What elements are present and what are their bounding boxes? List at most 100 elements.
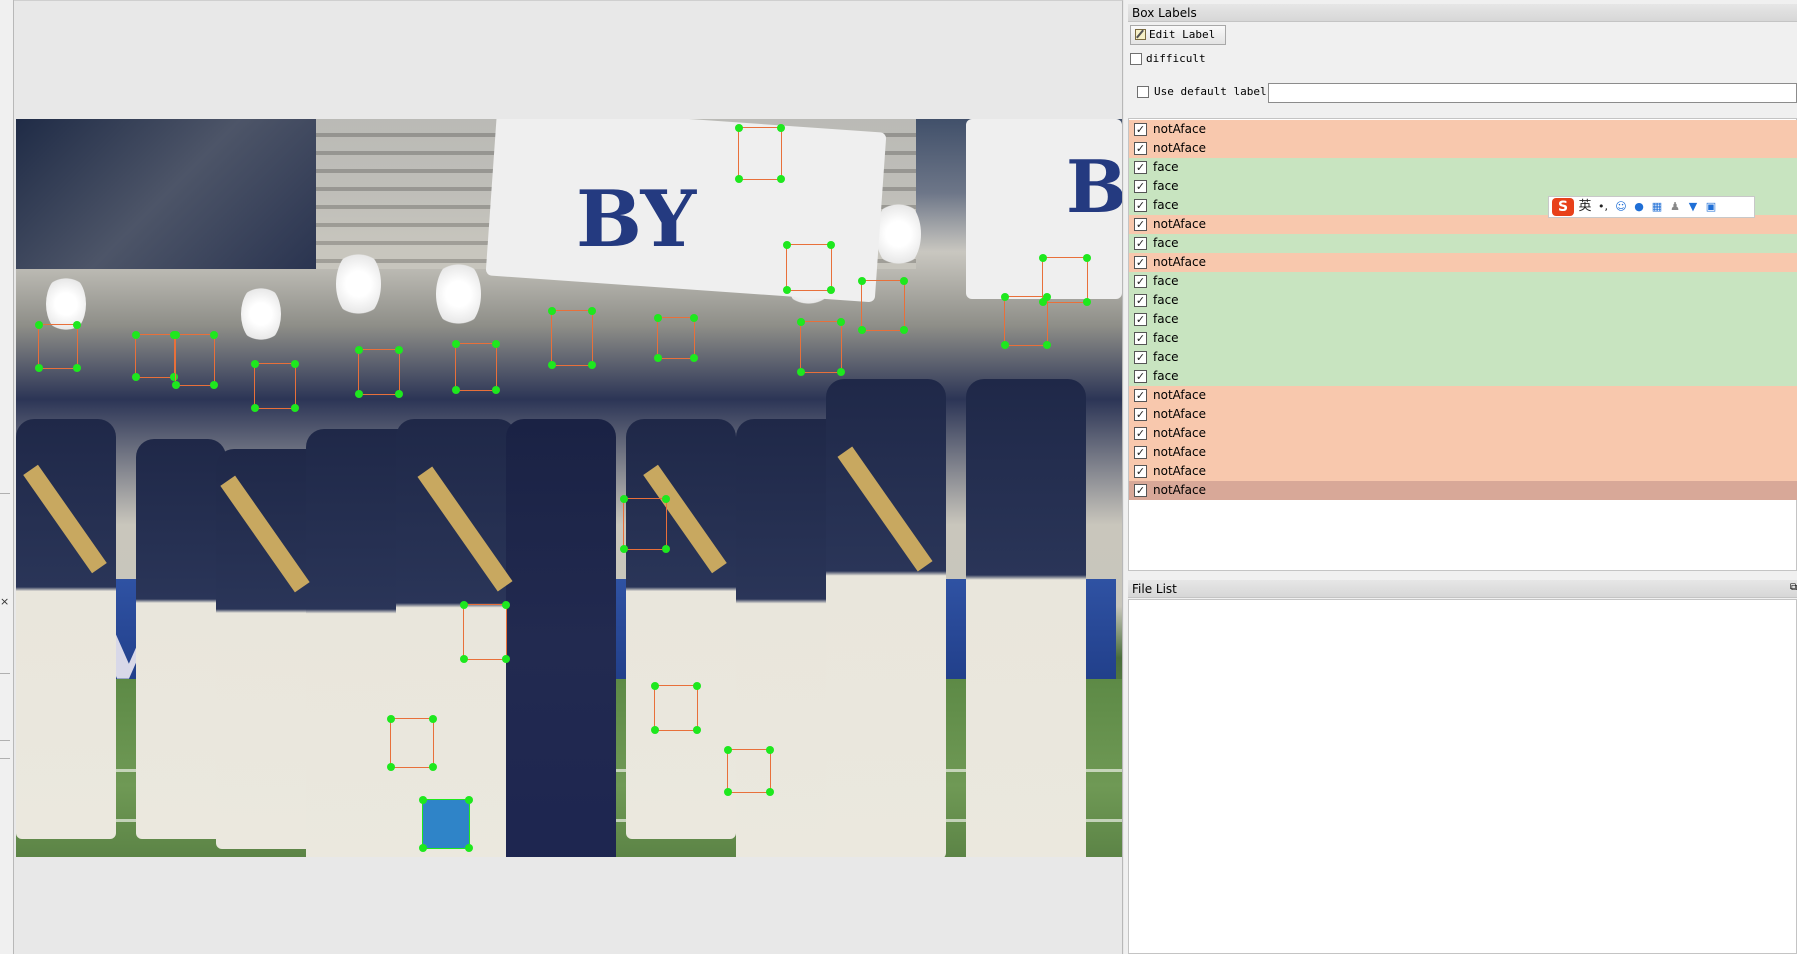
label-list[interactable]: ✓ notAface ✓ notAface ✓ face ✓ face ✓ face ✓ notAfa… [1128, 118, 1797, 571]
bounding-box[interactable] [251, 360, 299, 412]
annotated-photo: MY BY [16, 119, 1122, 857]
label-checkbox[interactable]: ✓ [1134, 389, 1147, 402]
punctuation-toggle[interactable]: •, [1596, 200, 1610, 214]
float-dock-icon[interactable]: ⧉ [1790, 582, 1797, 593]
bounding-box[interactable] [387, 715, 437, 771]
label-checkbox[interactable]: ✓ [1134, 427, 1147, 440]
bounding-box[interactable] [620, 495, 670, 553]
label-row-notAface[interactable]: ✓ notAface [1129, 139, 1797, 158]
label-row-face[interactable]: ✓ face [1129, 310, 1797, 329]
collapse-icon[interactable]: × [0, 595, 9, 608]
label-row-notAface[interactable]: ✓ notAface [1129, 462, 1797, 481]
label-row-notAface[interactable]: ✓ notAface [1129, 253, 1797, 272]
ime-toolbar[interactable]: S 英 •, ☺ ● ▦ ♟ ▼ ▣ [1548, 196, 1755, 218]
bounding-box[interactable] [858, 277, 908, 334]
label-row-face[interactable]: ✓ face [1129, 158, 1797, 177]
label-row-notAface-selected[interactable]: ✓ notAface [1129, 481, 1797, 500]
label-text: notAface [1153, 217, 1206, 231]
label-checkbox[interactable]: ✓ [1134, 180, 1147, 193]
keyboard-icon[interactable]: ▦ [1650, 200, 1664, 214]
label-checkbox[interactable]: ✓ [1134, 446, 1147, 459]
label-checkbox[interactable]: ✓ [1134, 142, 1147, 155]
language-toggle[interactable]: 英 [1578, 200, 1592, 214]
image-canvas[interactable]: MY BY [14, 0, 1123, 954]
label-checkbox[interactable]: ✓ [1134, 370, 1147, 383]
label-checkbox[interactable]: ✓ [1134, 123, 1147, 136]
bounding-box[interactable] [132, 331, 178, 381]
bounding-box[interactable] [797, 318, 845, 376]
label-checkbox[interactable]: ✓ [1134, 332, 1147, 345]
label-row-notAface[interactable]: ✓ notAface [1129, 443, 1797, 462]
sogou-logo-icon[interactable]: S [1552, 198, 1574, 216]
difficult-label: difficult [1146, 52, 1206, 65]
microphone-icon[interactable]: ● [1632, 200, 1646, 214]
band-member [626, 419, 736, 839]
label-row-face[interactable]: ✓ face [1129, 234, 1797, 253]
label-checkbox[interactable]: ✓ [1134, 465, 1147, 478]
default-label-input[interactable] [1268, 83, 1797, 103]
label-text: face [1153, 274, 1179, 288]
bounding-box[interactable] [654, 314, 698, 362]
label-row-notAface[interactable]: ✓ notAface [1129, 405, 1797, 424]
label-text: notAface [1153, 445, 1206, 459]
selected-bounding-box[interactable] [419, 796, 473, 852]
bounding-box[interactable] [452, 340, 500, 394]
bounding-box[interactable] [651, 682, 701, 734]
bounding-box[interactable] [355, 346, 403, 398]
label-row-face[interactable]: ✓ face [1129, 291, 1797, 310]
label-text: notAface [1153, 255, 1206, 269]
bounding-box[interactable] [460, 601, 510, 663]
label-text: face [1153, 236, 1179, 250]
label-checkbox[interactable]: ✓ [1134, 218, 1147, 231]
difficult-checkbox[interactable] [1130, 53, 1142, 65]
edit-icon [1135, 29, 1146, 40]
bounding-box[interactable] [35, 321, 81, 372]
label-checkbox[interactable]: ✓ [1134, 484, 1147, 497]
grid-icon[interactable]: ▣ [1704, 200, 1718, 214]
plume [876, 199, 921, 269]
label-text: notAface [1153, 483, 1206, 497]
plume [436, 259, 481, 329]
label-row-notAface[interactable]: ✓ notAface [1129, 120, 1797, 139]
label-checkbox[interactable]: ✓ [1134, 408, 1147, 421]
box-labels-title: Box Labels [1128, 4, 1797, 22]
label-checkbox[interactable]: ✓ [1134, 313, 1147, 326]
file-list-title: File List [1128, 580, 1797, 598]
label-text: notAface [1153, 141, 1206, 155]
label-text: notAface [1153, 388, 1206, 402]
label-row-notAface[interactable]: ✓ notAface [1129, 424, 1797, 443]
edit-label-button[interactable]: Edit Label [1130, 25, 1226, 45]
plume [336, 249, 381, 319]
flag-bearer [506, 419, 616, 857]
label-checkbox[interactable]: ✓ [1134, 256, 1147, 269]
bounding-box[interactable] [548, 307, 596, 369]
label-row-face[interactable]: ✓ face [1129, 367, 1797, 386]
label-checkbox[interactable]: ✓ [1134, 351, 1147, 364]
label-row-face[interactable]: ✓ face [1129, 177, 1797, 196]
file-list[interactable] [1128, 599, 1797, 954]
label-text: notAface [1153, 407, 1206, 421]
label-checkbox[interactable]: ✓ [1134, 294, 1147, 307]
label-checkbox[interactable]: ✓ [1134, 199, 1147, 212]
label-text: notAface [1153, 426, 1206, 440]
bounding-box[interactable] [1001, 293, 1051, 349]
use-default-label-text: Use default label [1154, 85, 1267, 98]
bounding-box[interactable] [783, 241, 835, 294]
label-text: face [1153, 350, 1179, 364]
label-row-face[interactable]: ✓ face [1129, 329, 1797, 348]
label-row-notAface[interactable]: ✓ notAface [1129, 386, 1797, 405]
use-default-label-checkbox[interactable] [1137, 86, 1149, 98]
shirt-icon[interactable]: ▼ [1686, 200, 1700, 214]
bounding-box[interactable] [735, 124, 785, 183]
label-checkbox[interactable]: ✓ [1134, 275, 1147, 288]
emoji-icon[interactable]: ☺ [1614, 200, 1628, 214]
crowd [16, 119, 316, 269]
user-icon[interactable]: ♟ [1668, 200, 1682, 214]
label-row-face[interactable]: ✓ face [1129, 272, 1797, 291]
bounding-box[interactable] [172, 331, 218, 389]
label-row-face[interactable]: ✓ face [1129, 348, 1797, 367]
bounding-box[interactable] [724, 746, 774, 796]
label-text: notAface [1153, 464, 1206, 478]
label-checkbox[interactable]: ✓ [1134, 237, 1147, 250]
label-checkbox[interactable]: ✓ [1134, 161, 1147, 174]
